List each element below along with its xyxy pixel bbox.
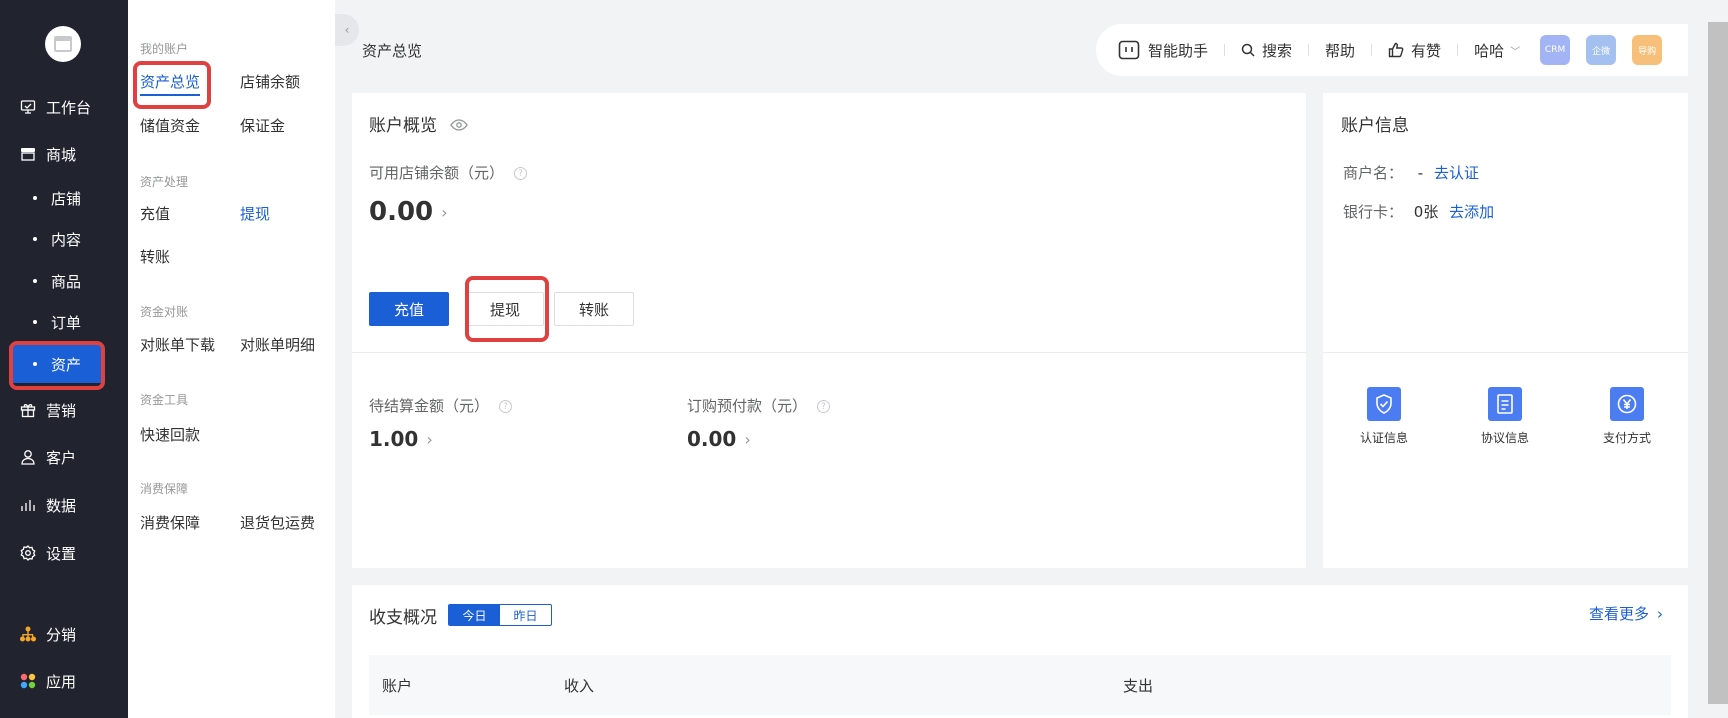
transfer-button[interactable]: 转账 <box>554 292 634 326</box>
guide-app-icon[interactable]: 导购 <box>1632 35 1663 65</box>
chart-icon <box>20 497 36 513</box>
user-menu[interactable]: 哈哈 ﹀ <box>1474 40 1520 61</box>
highlight-box-overview <box>133 61 211 109</box>
submenu-group-title: 消费保障 <box>140 482 189 496</box>
search-button[interactable]: 搜索 <box>1241 40 1292 61</box>
highlight-box-withdraw <box>465 276 549 342</box>
workbench-icon <box>20 99 36 115</box>
assistant-button[interactable]: 智能助手 <box>1118 40 1208 61</box>
user-icon <box>20 449 36 465</box>
submenu-link-return-shipping[interactable]: 退货包运费 <box>240 512 315 533</box>
shield-icon <box>1367 387 1401 421</box>
submenu-link-withdraw[interactable]: 提现 <box>240 203 270 224</box>
sidebar-item-settings[interactable]: 设置 <box>0 533 128 573</box>
submenu-link-fast-payback[interactable]: 快速回款 <box>140 424 200 445</box>
prepay-amount[interactable]: 0.00 › <box>687 427 751 451</box>
gift-icon <box>20 402 36 418</box>
sidebar-item-workbench[interactable]: 工作台 <box>0 87 128 127</box>
gear-icon <box>20 545 36 561</box>
date-tabs: 今日 昨日 <box>448 604 552 626</box>
account-info-card: 账户信息 商户名： - 去认证 银行卡： 0张 去添加 认证信息 协议信息 支付… <box>1323 93 1688 568</box>
column-header-income: 收入 <box>564 677 595 695</box>
distribution-icon <box>20 626 36 642</box>
account-info-title: 账户信息 <box>1341 116 1409 136</box>
prepay-label: 订购预付款（元）? <box>687 395 831 416</box>
submenu-link-statement-download[interactable]: 对账单下载 <box>140 334 215 355</box>
submenu-group-title: 资金工具 <box>140 393 189 407</box>
shop-logo[interactable] <box>45 26 81 62</box>
feature-verification[interactable]: 认证信息 <box>1339 387 1429 446</box>
submenu-group-title: 我的账户 <box>140 42 189 56</box>
top-toolbar: 智能助手 搜索 帮助 有赞 哈哈 ﹀ CRM 企微 导购 <box>1096 24 1688 76</box>
income-title: 收支概况 <box>369 608 437 628</box>
submenu-link-stored-funds[interactable]: 储值资金 <box>140 115 200 136</box>
highlight-box-assets <box>9 341 105 390</box>
chevron-right-icon: › <box>1657 605 1664 623</box>
verify-link[interactable]: 去认证 <box>1434 164 1479 182</box>
help-button[interactable]: 帮助 <box>1325 40 1355 61</box>
chevron-down-icon: ﹀ <box>1510 46 1521 58</box>
overview-title: 账户概览 <box>369 111 469 136</box>
submenu-link-statement-detail[interactable]: 对账单明细 <box>240 334 315 355</box>
sidebar-item-distribution[interactable]: 分销 <box>0 614 128 654</box>
pending-label: 待结算金额（元）? <box>369 395 513 416</box>
submenu-group-title: 资产处理 <box>140 175 189 189</box>
sidebar-item-marketing[interactable]: 营销 <box>0 390 128 430</box>
feature-payment-method[interactable]: 支付方式 <box>1582 387 1672 446</box>
sidebar-item-goods[interactable]: 商品 <box>0 262 128 300</box>
tab-yesterday[interactable]: 昨日 <box>500 605 551 625</box>
view-more-link[interactable]: 查看更多 › <box>1589 603 1663 624</box>
merchant-row: 商户名： - 去认证 <box>1343 164 1480 182</box>
sidebar-item-orders[interactable]: 订单 <box>0 303 128 341</box>
search-icon <box>1241 43 1255 57</box>
submenu-link-balance[interactable]: 店铺余额 <box>240 71 300 92</box>
sidebar-item-data[interactable]: 数据 <box>0 485 128 525</box>
income-table-header: 账户 收入 支出 <box>369 655 1671 715</box>
eye-icon[interactable] <box>450 116 469 136</box>
document-icon <box>1488 387 1522 421</box>
sidebar-item-mall[interactable]: 商城 <box>0 134 128 174</box>
sidebar-item-customers[interactable]: 客户 <box>0 437 128 477</box>
column-header-account: 账户 <box>382 677 413 695</box>
column-header-expense: 支出 <box>1123 677 1154 695</box>
chevron-right-icon: › <box>426 429 433 449</box>
page-scrollbar[interactable] <box>1708 18 1728 718</box>
like-button[interactable]: 有赞 <box>1388 40 1441 61</box>
submenu-group-title: 资金对账 <box>140 305 189 319</box>
add-bank-card-link[interactable]: 去添加 <box>1449 203 1494 221</box>
submenu-link-transfer[interactable]: 转账 <box>140 246 170 267</box>
recharge-button[interactable]: 充值 <box>369 292 449 326</box>
sidebar-item-apps[interactable]: 应用 <box>0 661 128 701</box>
robot-icon <box>1118 40 1140 60</box>
help-icon[interactable]: ? <box>514 167 528 180</box>
tab-today[interactable]: 今日 <box>449 605 500 625</box>
crm-app-icon[interactable]: CRM <box>1540 35 1571 65</box>
store-icon <box>20 146 36 162</box>
submenu-link-deposit[interactable]: 保证金 <box>240 115 285 136</box>
pending-amount[interactable]: 1.00 › <box>369 427 433 451</box>
divider <box>1323 352 1688 353</box>
sidebar-item-shop[interactable]: 店铺 <box>0 179 128 217</box>
balance-label: 可用店铺余额（元）? <box>369 162 528 183</box>
bank-card-row: 银行卡： 0张 去添加 <box>1343 203 1495 221</box>
feature-agreement[interactable]: 协议信息 <box>1460 387 1550 446</box>
submenu-link-consumer-protection[interactable]: 消费保障 <box>140 512 200 533</box>
collapse-sidebar-button[interactable]: ‹ <box>335 14 359 46</box>
divider <box>352 352 1306 353</box>
submenu-link-recharge[interactable]: 充值 <box>140 203 170 224</box>
chevron-left-icon: ‹ <box>344 23 350 37</box>
chevron-right-icon: › <box>441 202 448 222</box>
sidebar-item-content[interactable]: 内容 <box>0 220 128 258</box>
help-icon[interactable]: ? <box>817 400 831 413</box>
help-icon[interactable]: ? <box>499 400 513 413</box>
thumbs-up-icon <box>1388 42 1404 58</box>
chevron-right-icon: › <box>744 429 751 449</box>
page-title: 资产总览 <box>362 42 423 60</box>
apps-icon <box>20 673 36 689</box>
wecom-app-icon[interactable]: 企微 <box>1586 35 1617 65</box>
balance-amount[interactable]: 0.00 › <box>369 197 448 227</box>
scrollbar-thumb[interactable] <box>1708 22 1728 704</box>
yuan-icon <box>1610 387 1644 421</box>
